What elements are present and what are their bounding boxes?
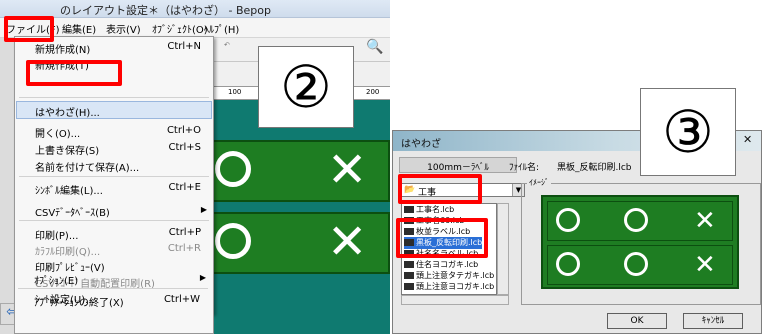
preview-board: ✕ ✕ <box>541 195 739 289</box>
submenu-arrow-icon: ▶ <box>199 273 206 282</box>
file-icon <box>404 206 414 213</box>
menu-item-print[interactable]: 印刷(P)... Ctrl+P <box>15 225 213 242</box>
menu-item-save-as[interactable]: 名前を付けて保存(A)... <box>15 157 213 174</box>
window-title: のレイアウト設定＊（はやわざ） - Bepop <box>60 4 271 17</box>
menu-object[interactable]: ｵﾌﾞｼﾞｪｸﾄ(O) <box>152 21 208 36</box>
circle-mark <box>556 252 580 276</box>
submenu-arrow-icon: ▶ <box>200 205 207 214</box>
image-label: ｲﾒｰｼﾞ <box>527 177 551 188</box>
circle-mark <box>215 151 251 187</box>
preview-row: ✕ <box>547 245 733 285</box>
list-horizontal-scrollbar[interactable] <box>401 295 509 305</box>
separator <box>19 220 209 221</box>
ruler-mark: 100 <box>228 88 242 96</box>
menu-bar: ファイル(F) 編集(E) 表示(V) ｵﾌﾞｼﾞｪｸﾄ(O) ﾍﾙﾌﾟ(H) <box>0 18 390 38</box>
label-row: ✕ <box>205 212 390 274</box>
menu-help[interactable]: ﾍﾙﾌﾟ(H) <box>204 21 239 36</box>
title-bar: のレイアウト設定＊（はやわざ） - Bepop <box>0 0 390 18</box>
step-badge-three-top: ③ <box>640 88 736 176</box>
undo-icon[interactable]: ↶ <box>224 41 230 49</box>
separator <box>19 176 209 177</box>
menu-item-open[interactable]: 開く(O)... Ctrl+O <box>15 123 213 140</box>
preview-row: ✕ <box>547 201 733 241</box>
circle-mark <box>215 223 251 259</box>
highlight-folder-select <box>398 174 482 204</box>
separator <box>19 97 209 98</box>
step-badge-two: ② <box>258 46 354 128</box>
close-icon[interactable]: ✕ <box>743 133 752 146</box>
file-icon <box>404 272 414 279</box>
ok-button[interactable]: OK <box>607 313 667 329</box>
cross-mark: ✕ <box>694 250 716 280</box>
list-item[interactable]: 頭上注意ヨコガキ.lcb <box>404 281 494 293</box>
screenshot-stage: のレイアウト設定＊（はやわざ） - Bepop ファイル(F) 編集(E) 表示… <box>0 0 762 334</box>
cancel-button[interactable]: ｷｬﾝｾﾙ <box>683 313 743 329</box>
list-vertical-scrollbar[interactable] <box>497 203 509 295</box>
ruler-mark: 200 <box>366 88 380 96</box>
cross-mark: ✕ <box>694 206 716 236</box>
menu-item-hayawaza[interactable]: はやわざ(H)... <box>15 102 213 119</box>
file-icon <box>404 261 414 268</box>
dialog-title: はやわざ <box>401 139 441 150</box>
file-dropdown-menu-tail <box>14 312 214 334</box>
cross-mark: ✕ <box>327 214 368 270</box>
highlight-selected-file <box>396 218 488 258</box>
tab-100mm-label[interactable]: 100mm－ﾗﾍﾞﾙ <box>399 157 517 173</box>
cross-mark: ✕ <box>327 142 368 198</box>
menu-edit[interactable]: 編集(E) <box>62 21 96 36</box>
label-row: ✕ <box>205 140 390 202</box>
separator <box>18 288 208 289</box>
menu-item-csv-database[interactable]: CSVﾃﾞｰﾀﾍﾞｰｽ(B) ▶ <box>15 202 213 219</box>
file-icon <box>404 283 414 290</box>
menu-item-exit[interactable]: ｱﾌﾟﾘｹｰｼｮﾝの終了(X) Ctrl+W <box>14 292 214 309</box>
file-name-label: ﾌｧｲﾙ名: <box>509 163 540 173</box>
menu-item-color-print[interactable]: ｶﾗﾌﾙ印刷(Q)... Ctrl+R <box>15 241 213 258</box>
menu-view[interactable]: 表示(V) <box>106 21 141 36</box>
circle-mark <box>624 252 648 276</box>
circle-mark <box>556 208 580 232</box>
menu-item-save[interactable]: 上書き保存(S) Ctrl+S <box>15 140 213 157</box>
highlight-hayawaza-item <box>26 60 122 86</box>
circle-mark <box>624 208 648 232</box>
zoom-icon[interactable]: 🔍 <box>366 39 383 55</box>
highlight-file-menu <box>4 16 54 42</box>
file-name-value: 黒板_反転印刷.lcb <box>557 163 632 173</box>
menu-item-options[interactable]: ｵﾌﾟｼｮﾝ(E) ▶ <box>14 270 214 287</box>
menu-item-symbol-edit[interactable]: ｼﾝﾎﾞﾙ編集(L)... Ctrl+E <box>15 180 213 197</box>
